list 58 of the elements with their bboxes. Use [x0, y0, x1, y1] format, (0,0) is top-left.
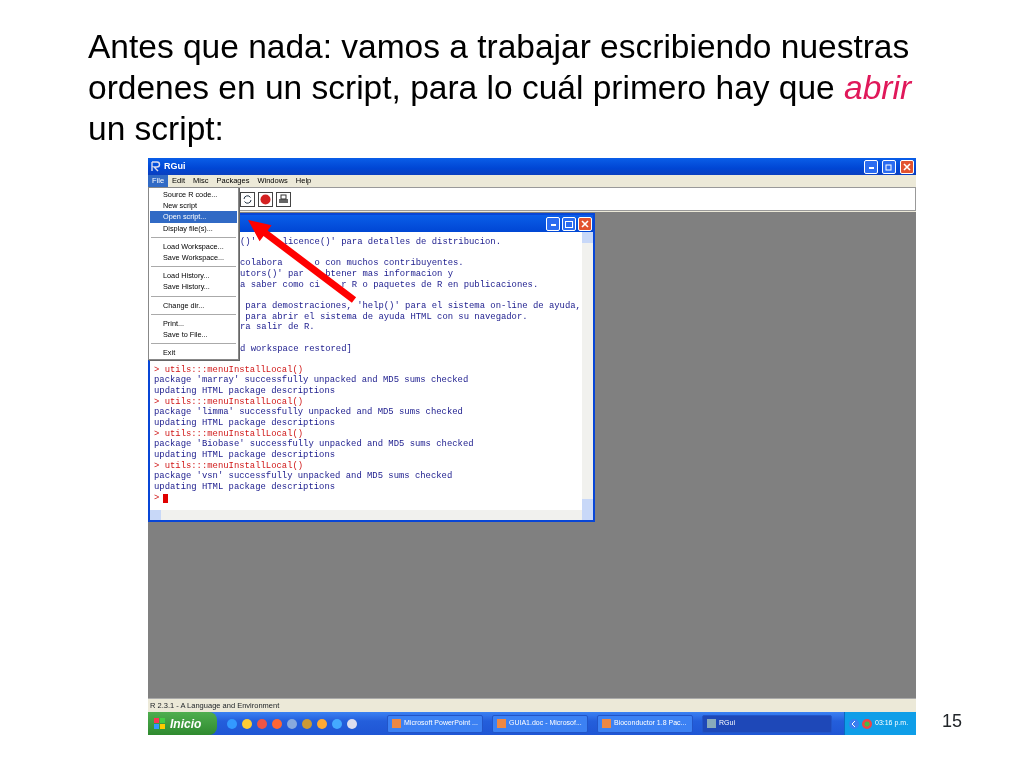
r-logo-icon [150, 161, 161, 172]
launch-icon[interactable] [227, 718, 237, 729]
stop-button[interactable] [258, 191, 273, 207]
console-line: para abrir el sistema de ayuda HTML con su navegador. [244, 311, 528, 322]
print-button[interactable] [276, 191, 291, 207]
minimize-icon [550, 223, 556, 226]
minimize-icon [868, 166, 874, 169]
console-line: > utils:::menuInstallLocal() [154, 364, 304, 375]
console-line: colabora o con muchos contribuyentes. [240, 258, 464, 269]
app-icon [392, 719, 401, 728]
maximize-button[interactable] [562, 216, 576, 231]
console-line: package 'limma' successfully unpacked and MD5 sums checked [154, 407, 463, 418]
minimize-button[interactable] [864, 159, 878, 174]
console-line: updating HTML package descriptions [154, 450, 336, 461]
app-icon [497, 719, 506, 728]
close-button[interactable] [900, 159, 914, 174]
launch-icon[interactable] [332, 718, 342, 729]
console-line: para demostraciones, 'help()' para el sistema on-line de ayuda, [244, 300, 581, 312]
slide-title: Antes que nada: vamos a trabajar escribiendo nuestras ordenes en un script, para lo cuál primero hay que abrir un script: [88, 27, 914, 149]
minimize-button[interactable] [546, 216, 560, 231]
console-line: package 'marray' successfully unpacked and MD5 sums checked [154, 375, 469, 386]
chevron-icon[interactable] [849, 718, 859, 729]
flag-icon [154, 717, 166, 730]
close-button[interactable] [578, 216, 592, 231]
page-number: 15 [942, 710, 963, 733]
console-line: updating HTML package descriptions [154, 418, 336, 429]
refresh-button[interactable] [240, 191, 255, 207]
cursor [163, 493, 169, 503]
launch-icon[interactable] [287, 718, 297, 729]
console-line: a saber como ci r R o paquetes de R en publicaciones. [240, 279, 539, 291]
vertical-scrollbar[interactable] [582, 232, 593, 510]
launch-icon[interactable] [272, 718, 282, 729]
app-icon [707, 719, 716, 728]
console-line: > utils:::menuInstallLocal() [154, 460, 304, 471]
maximize-icon [565, 219, 573, 228]
console-line: utors()' par btener mas informacion y [240, 268, 454, 280]
console-line: ra salir de R. [240, 322, 315, 333]
launch-icon[interactable] [317, 718, 327, 729]
window-title: RGui [164, 159, 186, 173]
start-button[interactable]: Inicio [148, 712, 217, 735]
restore-button[interactable] [882, 159, 896, 174]
horizontal-scrollbar[interactable] [150, 510, 593, 520]
console-line: > utils:::menuInstallLocal() [154, 396, 304, 407]
console-line: ()' licence()' para detalles de distribucion. [240, 237, 501, 248]
console-line: > utils:::menuInstallLocal() [154, 428, 304, 439]
restore-icon [885, 162, 893, 171]
app-icon [602, 719, 611, 728]
launch-icon[interactable] [302, 718, 312, 729]
console-line: package 'vsn' successfully unpacked and MD5 sums checked [154, 471, 453, 482]
launch-icon[interactable] [347, 718, 357, 729]
console-line: d workspace restored] [240, 343, 352, 355]
close-icon [903, 162, 911, 171]
launch-icon[interactable] [242, 718, 252, 729]
prompt: > [154, 492, 160, 504]
console-line: updating HTML package descriptions [154, 482, 336, 493]
close-icon [581, 219, 589, 228]
console-line: package 'Biobase' successfully unpacked and MD5 sums checked [154, 439, 474, 450]
console-line: updating HTML package descriptions [154, 386, 336, 397]
